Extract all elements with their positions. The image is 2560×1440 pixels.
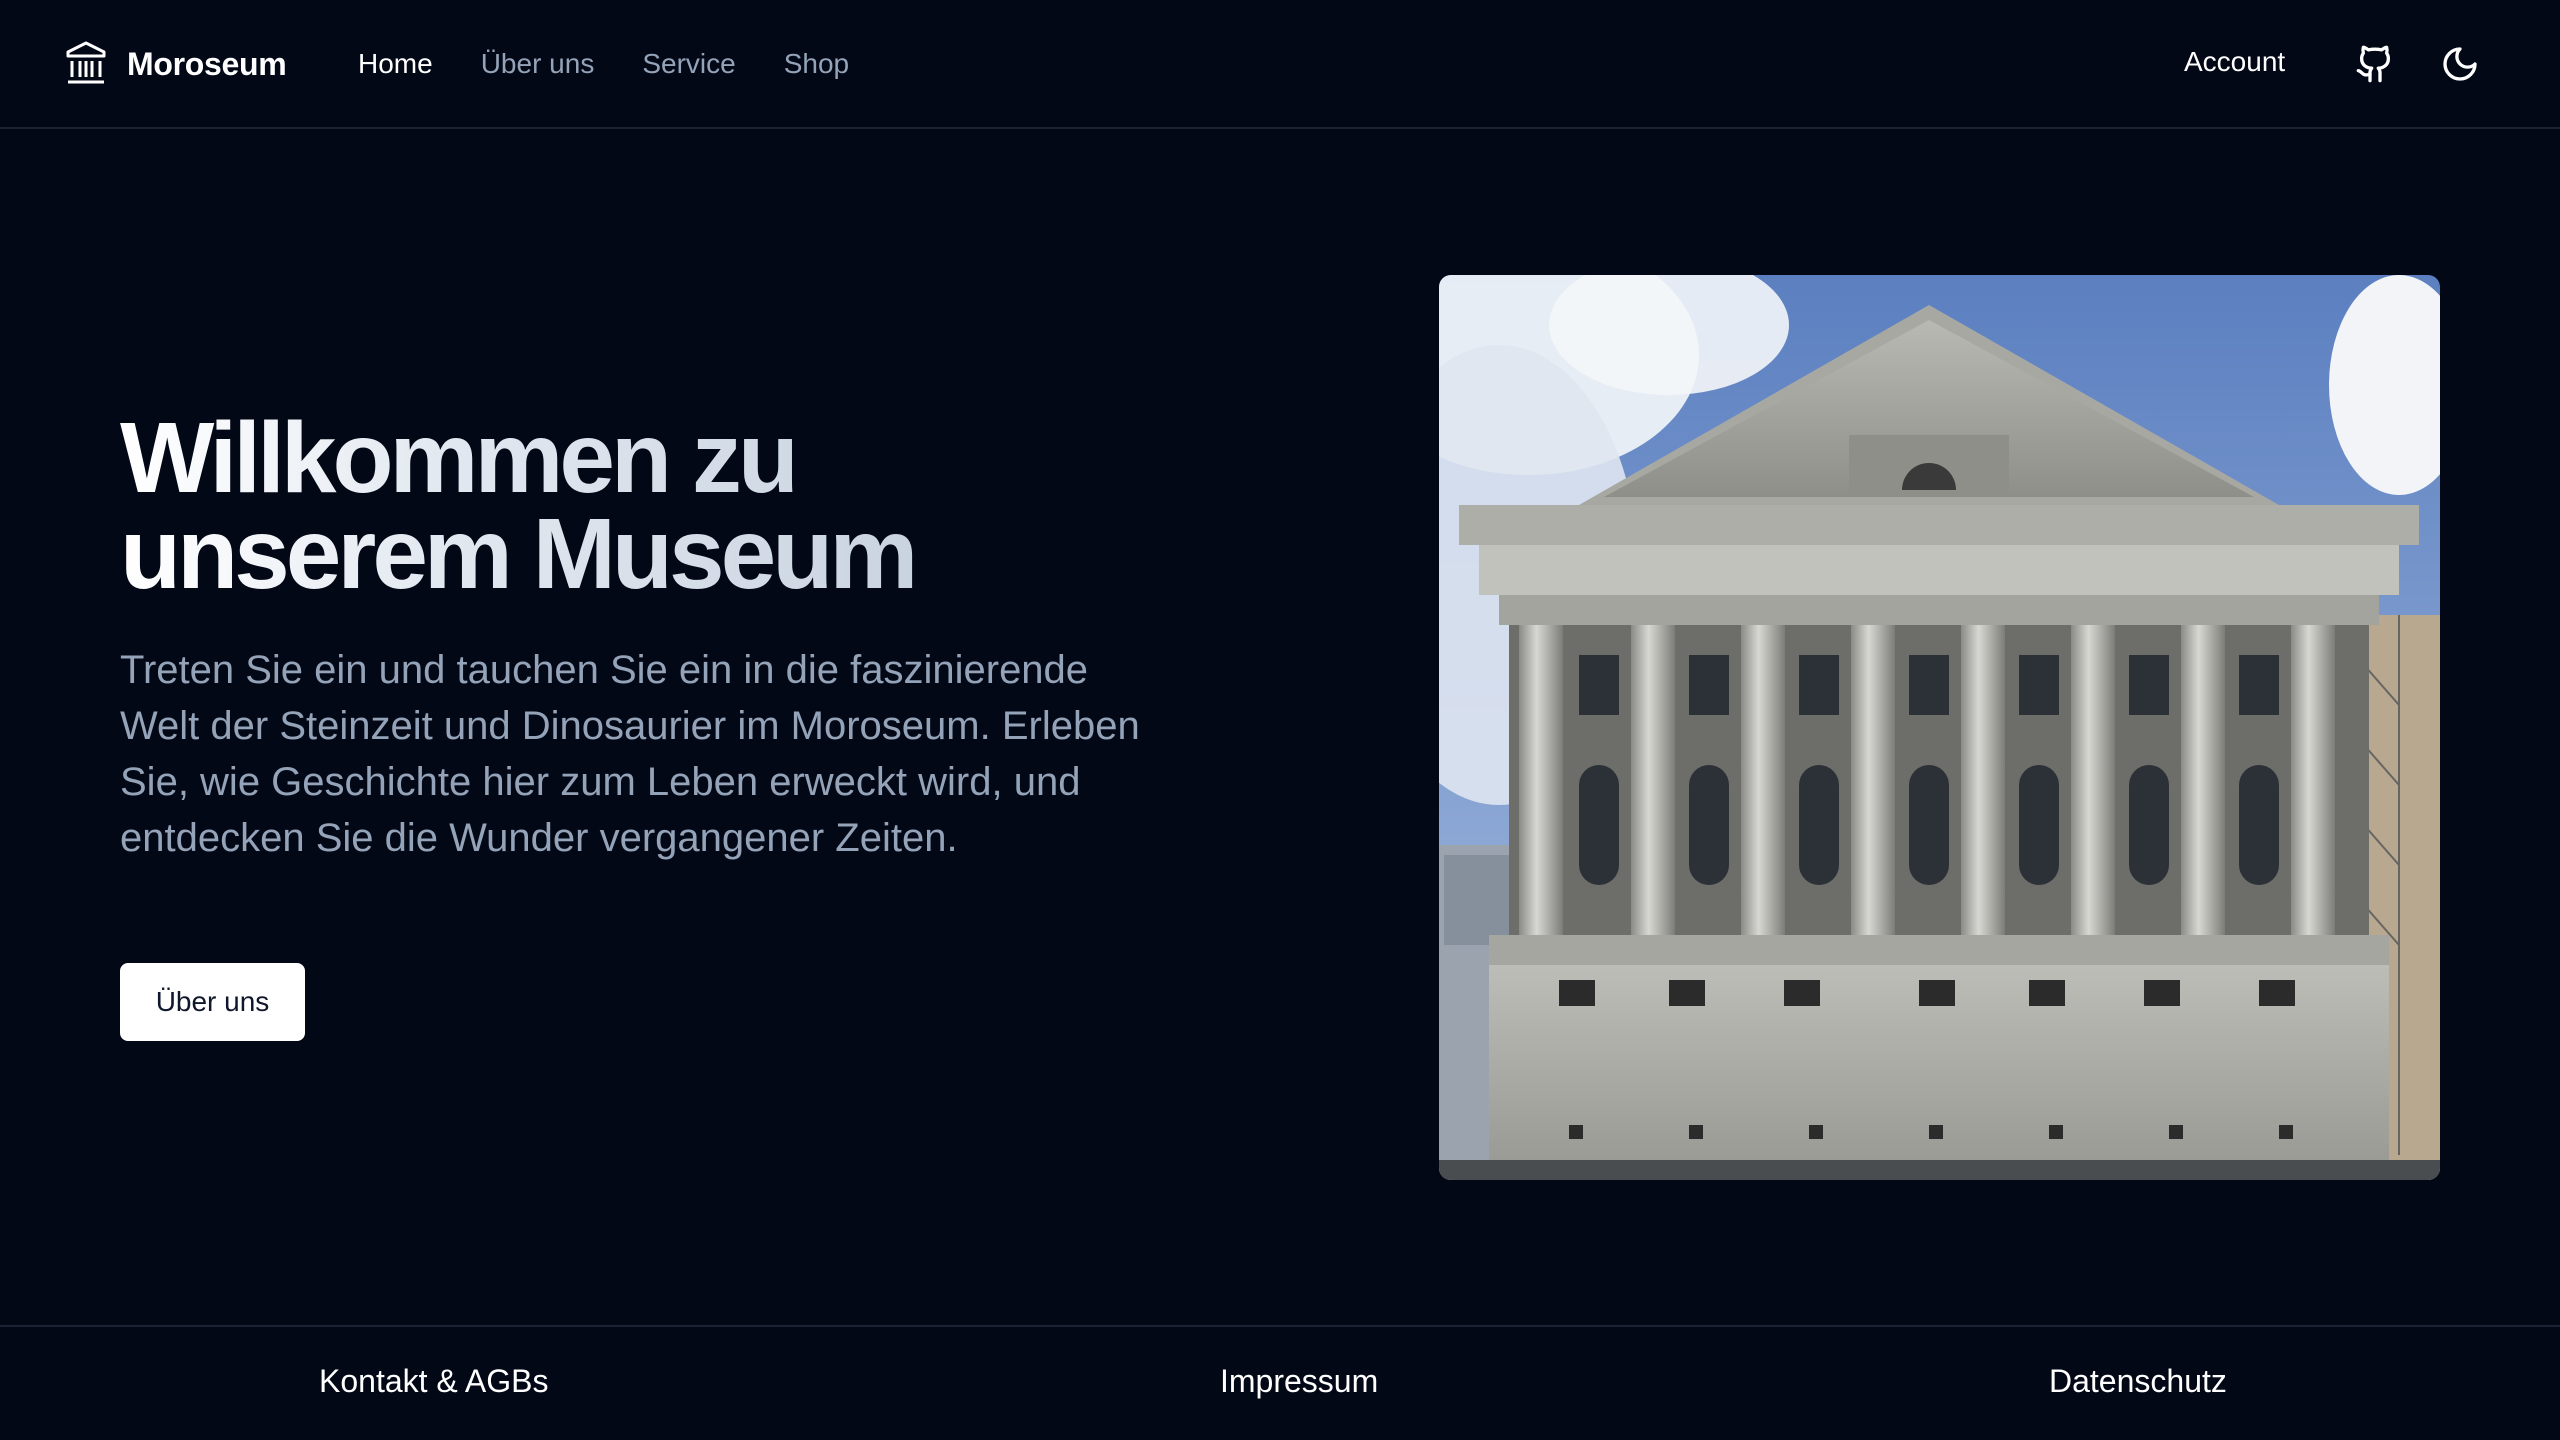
footer-link-imprint[interactable]: Impressum [1220,1363,1378,1400]
nav-item-service[interactable]: Service [642,48,735,80]
main-nav: Home Über uns Service Shop [358,44,897,84]
nav-item-ueber-uns[interactable]: Über uns [481,48,595,80]
hero-title: Willkommen zu unserem Museum [120,410,1220,602]
museum-icon [66,41,106,84]
hero-title-line2: unserem Museum [120,498,915,610]
site-header: Moroseum Home Über uns Service Shop Acco… [0,0,2560,129]
account-link[interactable]: Account [2184,46,2285,78]
github-icon[interactable] [2355,44,2395,84]
brand-name: Moroseum [127,45,287,82]
about-us-button[interactable]: Über uns [120,963,305,1041]
museum-building-image [1439,275,2440,1180]
footer-link-privacy[interactable]: Datenschutz [2049,1363,2227,1400]
moon-icon[interactable] [2440,44,2480,84]
footer-link-contact-terms[interactable]: Kontakt & AGBs [319,1363,548,1400]
hero-description: Treten Sie ein und tauchen Sie ein in di… [120,648,1140,860]
brand[interactable]: Moroseum [66,38,287,90]
nav-item-shop[interactable]: Shop [784,48,849,80]
nav-item-home[interactable]: Home [358,48,433,80]
site-footer: Kontakt & AGBs Impressum Datenschutz [0,1325,2560,1440]
